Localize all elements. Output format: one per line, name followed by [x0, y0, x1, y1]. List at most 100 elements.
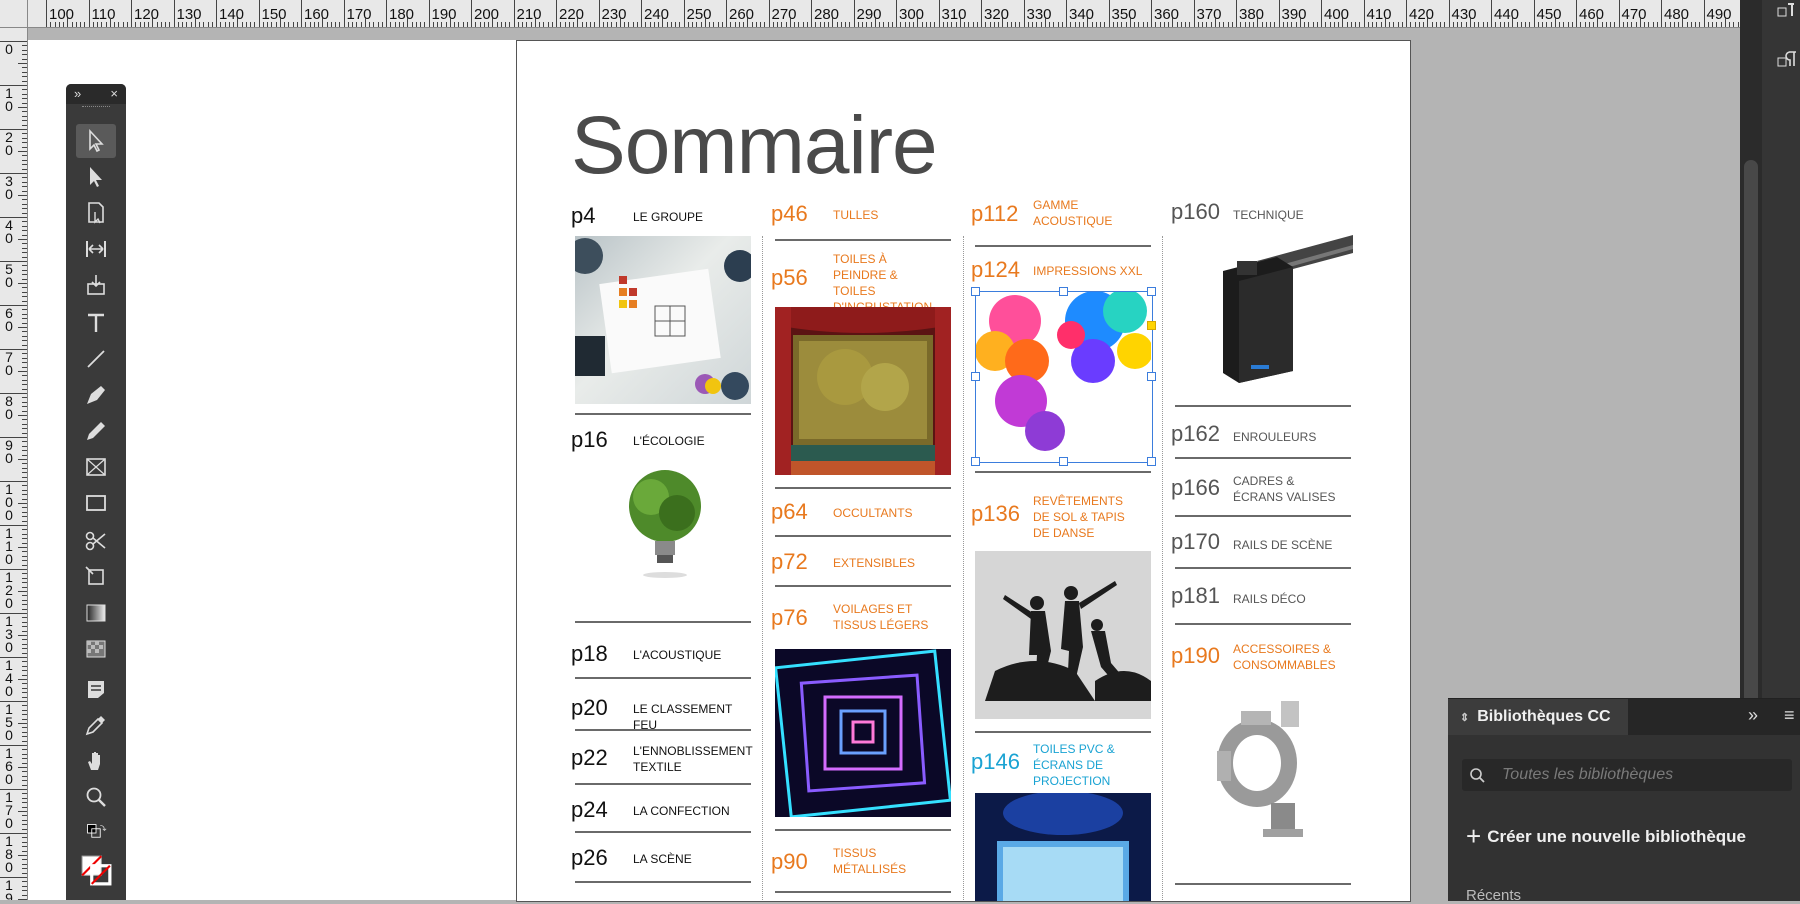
toc-entry[interactable]: p64 OCCULTANTS	[771, 501, 953, 523]
pen-tool-icon[interactable]	[76, 378, 116, 412]
panel-grip[interactable]	[82, 106, 110, 113]
toc-entry[interactable]: p46 TULLES	[771, 203, 953, 225]
fill-stroke-swatch-icon[interactable]	[76, 850, 116, 890]
gradient-swatch-tool-icon[interactable]	[76, 596, 116, 630]
toc-entry[interactable]: p22 L'ENNOBLISSEMENT TEXTILE	[571, 744, 752, 775]
ruler-origin[interactable]	[0, 0, 28, 28]
toc-entry[interactable]: p4 LE GROUPE	[571, 205, 753, 227]
zoom-tool-icon[interactable]	[76, 780, 116, 814]
clamp-accessory-image[interactable]	[1201, 691, 1321, 841]
default-fill-stroke-icon[interactable]	[76, 822, 116, 844]
direct-selection-tool-icon[interactable]	[76, 160, 116, 194]
gradient-feather-tool-icon[interactable]	[76, 632, 116, 666]
rectangle-frame-tool-icon[interactable]	[76, 450, 116, 484]
dancers-image[interactable]	[975, 551, 1151, 719]
resize-handle[interactable]	[1147, 372, 1156, 381]
cc-libraries-panel[interactable]: ⇕ Bibliothèques CC » ≡ Toutes les biblio…	[1448, 698, 1800, 904]
ruler-minor-tick	[1350, 22, 1352, 27]
toc-entry[interactable]: p18 L'ACOUSTIQUE	[571, 643, 753, 665]
ruler-minor-tick	[704, 18, 706, 27]
resize-handle[interactable]	[1147, 287, 1156, 296]
toc-entry[interactable]: p162 ENROULEURS	[1171, 423, 1353, 445]
ruler-minor-tick	[883, 22, 885, 27]
toc-entry[interactable]: p24 LA CONFECTION	[571, 799, 753, 821]
search-placeholder: Toutes les bibliothèques	[1502, 766, 1674, 783]
collapse-panel-icon[interactable]: »	[74, 86, 81, 101]
resize-handle[interactable]	[1059, 457, 1068, 466]
toc-entry[interactable]: p181 RAILS DÉCO	[1171, 585, 1353, 607]
library-search-field[interactable]: Toutes les bibliothèques	[1462, 759, 1792, 791]
ruler-minor-tick	[1482, 22, 1484, 27]
content-grabber-handle[interactable]	[1147, 321, 1156, 330]
ruler-minor-tick	[22, 780, 27, 782]
ruler-minor-tick	[22, 278, 27, 280]
ruler-minor-tick	[802, 22, 804, 27]
toc-entry[interactable]: p26 LA SCÈNE	[571, 847, 753, 869]
resize-handle[interactable]	[971, 287, 980, 296]
tree-bulb-image[interactable]	[615, 461, 715, 581]
ruler-minor-tick	[713, 22, 715, 27]
projection-screen-image[interactable]	[975, 793, 1151, 901]
ruler-minor-tick	[18, 503, 27, 504]
ruler-minor-tick	[1134, 22, 1135, 27]
ruler-minor-tick	[284, 22, 285, 27]
create-library-button[interactable]: + Créer une nouvelle bibliothèque	[1466, 821, 1746, 852]
toc-entry[interactable]: p112 GAMME ACOUSTIQUE	[971, 198, 1123, 229]
toc-entry[interactable]: p76 VOILAGES ET TISSUS LÉGERS	[771, 602, 943, 633]
panel-menu-icon[interactable]: ≡	[1784, 705, 1795, 726]
meeting-table-image[interactable]	[575, 236, 751, 404]
resize-handle[interactable]	[971, 457, 980, 466]
technical-equipment-image[interactable]	[1177, 231, 1353, 391]
theater-curtain-image[interactable]	[775, 307, 951, 475]
type-tool-icon[interactable]	[76, 306, 116, 340]
line-tool-icon[interactable]	[76, 342, 116, 376]
gap-tool-icon[interactable]	[76, 232, 116, 266]
paragraph-styles-icon[interactable]	[1776, 2, 1796, 22]
content-collector-tool-icon[interactable]	[76, 268, 116, 302]
panel-reorder-icon[interactable]: ⇕	[1460, 711, 1469, 724]
toc-entry[interactable]: p136 REVÊTEMENTS DE SOL & TAPIS DE DANSE	[971, 494, 1128, 541]
expand-panel-icon[interactable]: »	[1748, 705, 1758, 726]
close-panel-icon[interactable]: ×	[110, 86, 118, 101]
resize-handle[interactable]	[1059, 287, 1068, 296]
hand-tool-icon[interactable]	[76, 744, 116, 778]
ruler-minor-tick	[1444, 22, 1446, 27]
toc-entry[interactable]: p72 EXTENSIBLES	[771, 551, 953, 573]
character-styles-icon[interactable]	[1776, 50, 1796, 70]
ruler-minor-tick	[18, 459, 27, 460]
page-tool-icon[interactable]	[76, 196, 116, 230]
tools-panel-header[interactable]: » ×	[66, 84, 126, 104]
toc-entry[interactable]: p124 IMPRESSIONS XXL	[971, 259, 1153, 281]
toc-entry[interactable]: p190 ACCESSOIRES & CONSOMMABLES	[1171, 642, 1343, 673]
free-transform-tool-icon[interactable]	[76, 560, 116, 594]
toc-entry[interactable]: p160 TECHNIQUE	[1171, 201, 1353, 223]
document-page[interactable]: Sommaire p4 LE GROUPE p16 L'ÉCOLOGIE p18…	[516, 40, 1411, 902]
neon-tunnel-image[interactable]	[775, 649, 951, 817]
eyedropper-tool-icon[interactable]	[76, 708, 116, 742]
note-tool-icon[interactable]	[76, 672, 116, 706]
horizontal-ruler[interactable]: 100 110 120 130 140 150 160 170 180 190 200 210 220 2…	[0, 0, 1740, 28]
tools-panel[interactable]: » ×	[66, 84, 126, 900]
scissors-tool-icon[interactable]	[76, 524, 116, 558]
resize-handle[interactable]	[971, 372, 980, 381]
selection-tool-icon[interactable]	[76, 124, 116, 158]
selected-frame[interactable]	[975, 291, 1153, 463]
tab-cc-libraries[interactable]: ⇕ Bibliothèques CC	[1448, 699, 1628, 735]
ruler-minor-tick	[420, 22, 421, 27]
scrollbar-thumb[interactable]	[1744, 160, 1758, 720]
toc-entry[interactable]: p170 RAILS DE SCÈNE	[1171, 531, 1353, 553]
toc-entry[interactable]: p16 L'ÉCOLOGIE	[571, 429, 753, 451]
rectangle-tool-icon[interactable]	[76, 486, 116, 520]
resize-handle[interactable]	[1147, 457, 1156, 466]
ruler-minor-tick	[318, 22, 319, 27]
toc-entry[interactable]: p146 TOILES PVC & ÉCRANS DE PROJECTION	[971, 742, 1128, 789]
ruler-minor-tick	[22, 335, 27, 337]
toc-entry[interactable]: p90 TISSUS MÉTALLISÉS	[771, 846, 943, 877]
page-title[interactable]: Sommaire	[571, 99, 938, 193]
toc-entry[interactable]: p20 LE CLASSEMENT FEU	[571, 697, 753, 733]
vertical-ruler[interactable]: 0 10 20 30 40 50 60 70 80 90 100 110 120 130 140 150 160…	[0, 27, 28, 900]
toc-entry[interactable]: p166 CADRES & ÉCRANS VALISES	[1171, 474, 1343, 505]
pencil-tool-icon[interactable]	[76, 414, 116, 448]
ruler-minor-tick	[360, 22, 362, 27]
ruler-label: 490	[1706, 6, 1732, 23]
